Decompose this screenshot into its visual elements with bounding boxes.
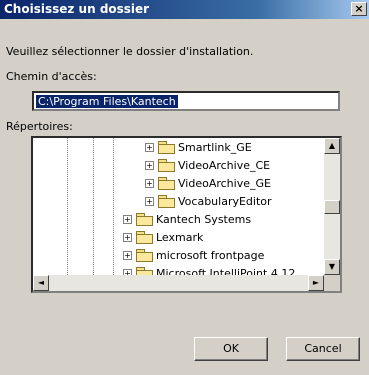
ok-button[interactable]: OK (194, 337, 268, 361)
scroll-left-button[interactable]: ◄ (33, 275, 49, 291)
directory-tree[interactable]: + Smartlink_GE + VideoArchive_CE + Video… (31, 136, 342, 293)
tree-item[interactable]: + VocabularyEditor (145, 192, 272, 210)
tree-guide-line (93, 138, 94, 275)
scroll-up-button[interactable]: ▲ (324, 138, 340, 154)
tree-guide-line (67, 138, 68, 275)
scroll-right-button[interactable]: ► (308, 275, 324, 291)
scroll-down-button[interactable]: ▼ (324, 259, 340, 275)
scroll-corner (324, 275, 340, 291)
expand-icon[interactable]: + (145, 142, 154, 152)
expand-icon[interactable]: + (123, 232, 132, 242)
expand-icon[interactable]: + (123, 214, 132, 224)
folder-icon (136, 213, 153, 226)
tree-item-label: Kantech Systems (156, 212, 252, 226)
vertical-scrollbar[interactable]: ▲ ▼ (324, 138, 340, 275)
close-button[interactable]: × (351, 2, 367, 16)
tree-guide-line (113, 138, 114, 275)
path-input[interactable]: C:\Program Files\Kantech (32, 91, 340, 111)
window-title: Choisissez un dossier (4, 2, 150, 16)
instruction-text: Veuillez sélectionner le dossier d'insta… (6, 45, 254, 58)
tree-item[interactable]: + VideoArchive_CE (145, 156, 270, 174)
directories-label: Répertoires: (6, 120, 73, 133)
tree-item-label: Lexmark (156, 230, 204, 244)
expand-icon[interactable]: + (145, 196, 154, 206)
title-bar: Choisissez un dossier × (0, 0, 369, 19)
tree-item[interactable]: + Kantech Systems (123, 210, 251, 228)
folder-icon (158, 177, 175, 190)
horizontal-scrollbar[interactable]: ◄ ► (33, 275, 324, 291)
tree-item[interactable]: + VideoArchive_GE (145, 174, 271, 192)
expand-icon[interactable]: + (145, 178, 154, 188)
tree-item-label: Smartlink_GE (178, 140, 252, 154)
path-value: C:\Program Files\Kantech (35, 94, 179, 109)
tree-item[interactable]: + Lexmark (123, 228, 203, 246)
tree-item-label: VocabularyEditor (178, 194, 272, 208)
tree-item[interactable]: + microsoft frontpage (123, 246, 264, 264)
path-label: Chemin d'accès: (6, 70, 97, 83)
folder-icon (158, 195, 175, 208)
cancel-button[interactable]: Cancel (286, 337, 360, 361)
tree-item[interactable]: + Smartlink_GE (145, 138, 252, 156)
folder-icon (158, 159, 175, 172)
expand-icon[interactable]: + (123, 250, 132, 260)
folder-icon (136, 231, 153, 244)
tree-item-label: microsoft frontpage (156, 248, 265, 262)
folder-icon (158, 141, 175, 154)
expand-icon[interactable]: + (145, 160, 154, 170)
tree-item-label: VideoArchive_GE (178, 176, 271, 190)
folder-icon (136, 249, 153, 262)
scroll-thumb[interactable] (324, 200, 340, 214)
tree-item-label: VideoArchive_CE (178, 158, 271, 172)
